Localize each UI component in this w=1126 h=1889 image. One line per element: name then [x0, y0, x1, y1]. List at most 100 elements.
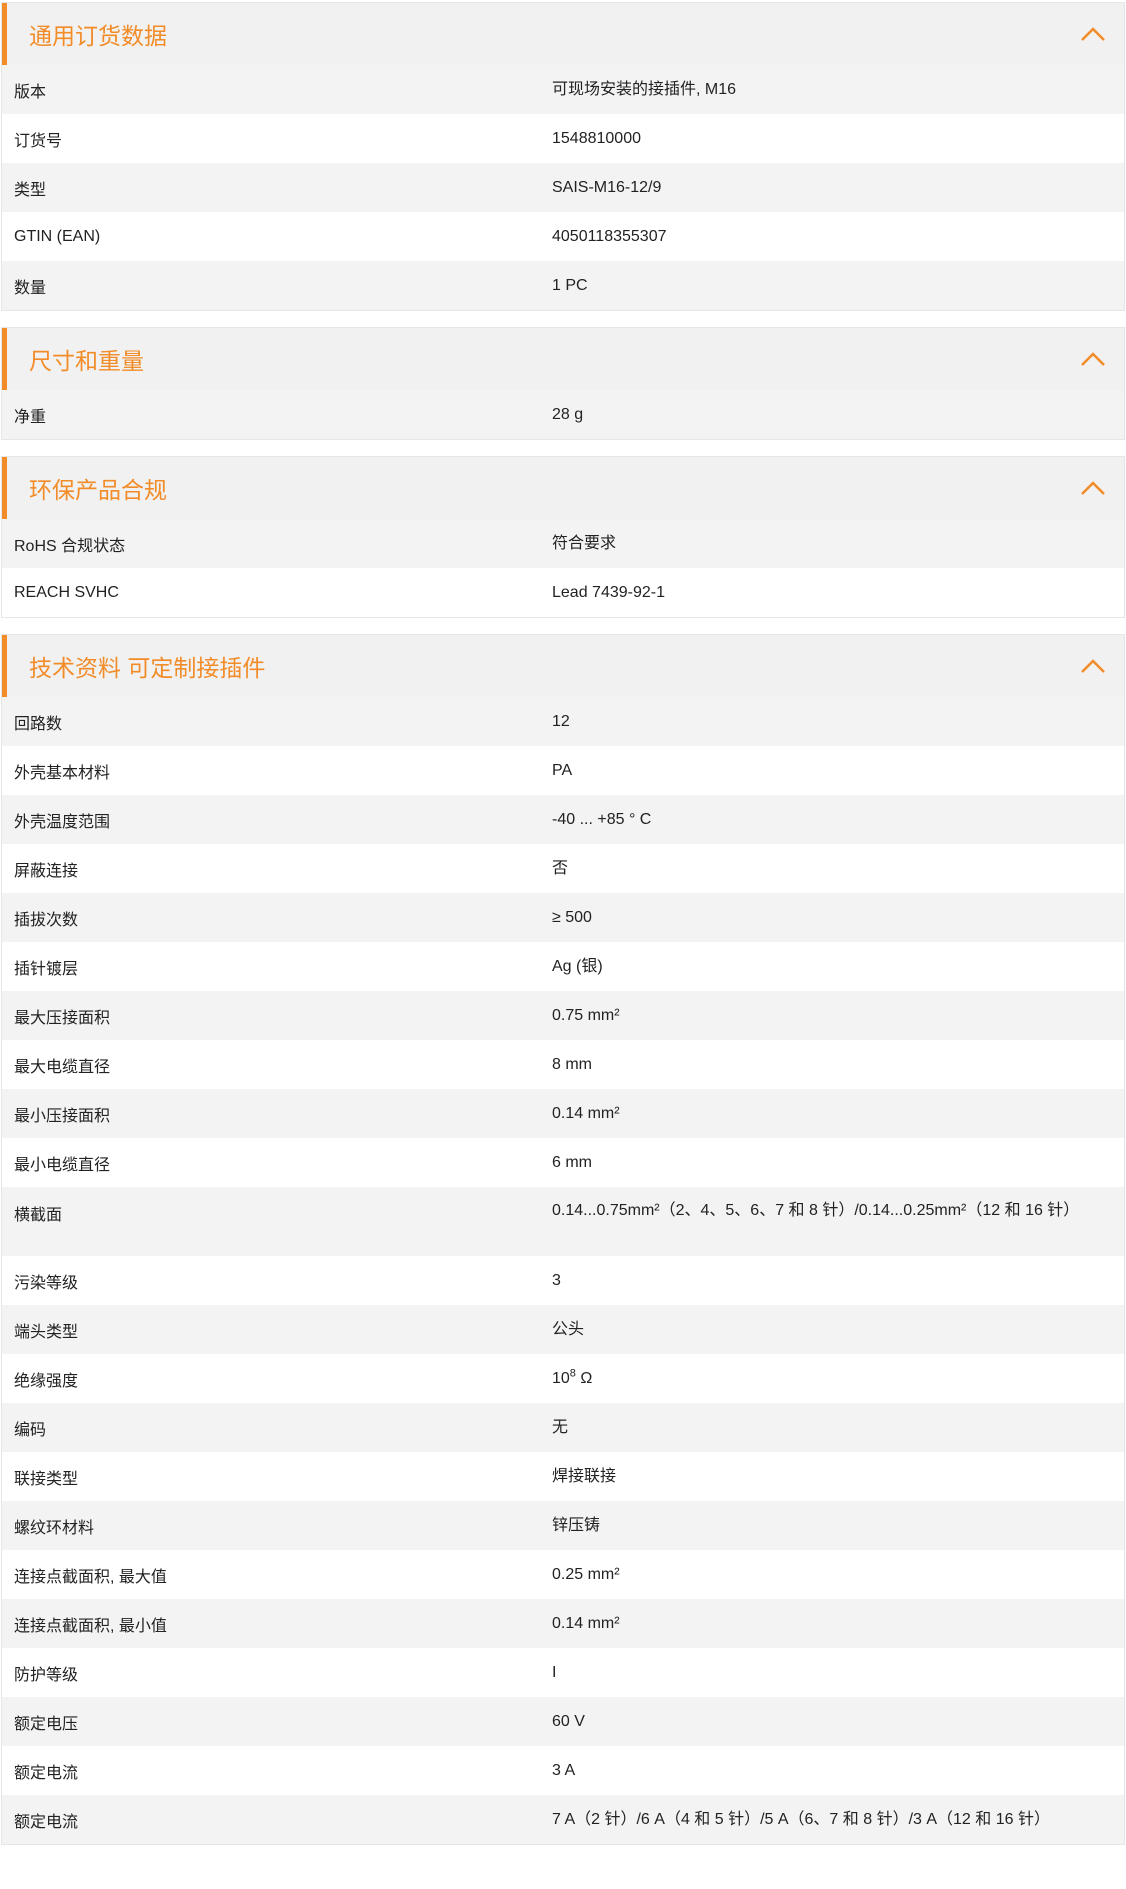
- row-value: I: [552, 1663, 557, 1681]
- table-row: 连接点截面积, 最大值 0.25 mm²: [2, 1550, 1124, 1599]
- table-row: 外壳基本材料 PA: [2, 746, 1124, 795]
- spec-table: 回路数 12 外壳基本材料 PA 外壳温度范围 -40 ... +85 ° C 屏蔽连…: [2, 697, 1124, 1844]
- row-value: 28 g: [552, 405, 584, 423]
- table-row: 屏蔽连接 否: [2, 844, 1124, 893]
- table-row: 净重 28 g: [2, 390, 1124, 439]
- row-label: 额定电流: [14, 1813, 79, 1831]
- value-unit: Ω: [575, 1369, 593, 1387]
- table-row: 绝缘强度 108 Ω: [2, 1354, 1124, 1403]
- table-row: 污染等级 3: [2, 1256, 1124, 1305]
- row-value: 6 mm: [552, 1153, 592, 1171]
- section-header[interactable]: 尺寸和重量: [2, 328, 1124, 390]
- row-value: 3: [552, 1271, 561, 1289]
- row-value: 焊接联接: [552, 1467, 617, 1485]
- row-label: RoHS 合规状态: [14, 537, 126, 555]
- spec-table: 净重 28 g: [2, 390, 1124, 439]
- value-base: 10: [552, 1369, 570, 1387]
- table-row: GTIN (EAN) 4050118355307: [2, 212, 1124, 261]
- section-title: 通用订货数据: [29, 23, 167, 49]
- row-label: 防护等级: [14, 1666, 79, 1684]
- row-label: 净重: [14, 408, 47, 426]
- row-label: 类型: [14, 181, 47, 199]
- row-value: 0.25 mm²: [552, 1565, 620, 1583]
- table-row: 插针镀层 Ag (银): [2, 942, 1124, 991]
- row-value: Lead 7439-92-1: [552, 583, 665, 601]
- row-value: -40 ... +85 ° C: [552, 810, 652, 828]
- row-value: 7 A（2 针）/6 A（4 和 5 针）/5 A（6、7 和 8 针）/3 A…: [552, 1810, 1050, 1828]
- spec-table: 版本 可现场安装的接插件, M16 订货号 1548810000 类型 SAIS-M1…: [2, 65, 1124, 310]
- row-value: 公头: [552, 1320, 585, 1338]
- spec-table: RoHS 合规状态 符合要求 REACH SVHC Lead 7439-92-1: [2, 519, 1124, 617]
- row-value: 0.14 mm²: [552, 1104, 620, 1122]
- row-label: 屏蔽连接: [14, 862, 79, 880]
- chevron-up-icon[interactable]: [1076, 471, 1110, 505]
- section-environmental-compliance: 环保产品合规 RoHS 合规状态 符合要求 REACH SVHC Lead 7439…: [1, 456, 1125, 618]
- row-value: 否: [552, 859, 569, 877]
- row-label: 横截面: [14, 1207, 63, 1224]
- section-header[interactable]: 环保产品合规: [2, 457, 1124, 519]
- section-title: 技术资料 可定制接插件: [29, 655, 266, 681]
- table-row: 联接类型 焊接联接: [2, 1452, 1124, 1501]
- row-label: 最小压接面积: [14, 1107, 111, 1125]
- table-row: 额定电流 3 A: [2, 1746, 1124, 1795]
- chevron-up-icon[interactable]: [1076, 342, 1110, 376]
- section-technical-data: 技术资料 可定制接插件 回路数 12 外壳基本材料 PA 外壳温度范围 -40 ...…: [1, 634, 1125, 1845]
- chevron-up-icon[interactable]: [1076, 17, 1110, 51]
- row-label: 插拔次数: [14, 911, 79, 929]
- row-value: ≥ 500: [552, 908, 592, 926]
- row-value: 无: [552, 1418, 569, 1436]
- table-row: 插拔次数 ≥ 500: [2, 893, 1124, 942]
- row-value: 3 A: [552, 1761, 576, 1779]
- table-row: 最小压接面积 0.14 mm²: [2, 1089, 1124, 1138]
- row-label: 最大电缆直径: [14, 1058, 111, 1076]
- table-row: 数量 1 PC: [2, 261, 1124, 310]
- table-row: 回路数 12: [2, 697, 1124, 746]
- row-label: 连接点截面积, 最大值: [14, 1568, 167, 1586]
- row-label: 绝缘强度: [14, 1372, 79, 1390]
- table-row: 最大压接面积 0.75 mm²: [2, 991, 1124, 1040]
- row-label: 额定电流: [14, 1764, 79, 1782]
- row-label: 版本: [14, 83, 47, 101]
- table-row: 最大电缆直径 8 mm: [2, 1040, 1124, 1089]
- table-row: 订货号 1548810000: [2, 114, 1124, 163]
- table-row: 编码 无: [2, 1403, 1124, 1452]
- row-label: 最大压接面积: [14, 1009, 111, 1027]
- table-row: 额定电流 7 A（2 针）/6 A（4 和 5 针）/5 A（6、7 和 8 针）…: [2, 1795, 1124, 1844]
- product-spec-page: 通用订货数据 版本 可现场安装的接插件, M16 订货号 1548810000 类型…: [0, 0, 1126, 1845]
- row-label: 污染等级: [14, 1274, 79, 1292]
- table-row: 防护等级 I: [2, 1648, 1124, 1697]
- section-general-ordering-data: 通用订货数据 版本 可现场安装的接插件, M16 订货号 1548810000 类型…: [1, 2, 1125, 311]
- row-value: 0.14...0.75mm²（2、4、5、6、7 和 8 针）/0.14...0…: [552, 1202, 1080, 1219]
- section-header[interactable]: 通用订货数据: [2, 3, 1124, 65]
- row-label: 外壳基本材料: [14, 764, 111, 782]
- row-value: 12: [552, 712, 570, 730]
- row-label: 额定电压: [14, 1715, 79, 1733]
- row-label: 订货号: [14, 132, 63, 150]
- row-label: REACH SVHC: [14, 583, 119, 601]
- row-label: 外壳温度范围: [14, 813, 111, 831]
- row-value: 可现场安装的接插件, M16: [552, 80, 737, 98]
- row-value: Ag (银): [552, 957, 603, 975]
- table-row: REACH SVHC Lead 7439-92-1: [2, 568, 1124, 617]
- chevron-up-icon[interactable]: [1076, 649, 1110, 683]
- row-label: 插针镀层: [14, 960, 79, 978]
- row-value: 8 mm: [552, 1055, 592, 1073]
- table-row: 连接点截面积, 最小值 0.14 mm²: [2, 1599, 1124, 1648]
- row-value: 锌压铸: [552, 1516, 601, 1534]
- table-row: 最小电缆直径 6 mm: [2, 1138, 1124, 1187]
- row-label: 端头类型: [14, 1323, 79, 1341]
- table-row: 端头类型 公头: [2, 1305, 1124, 1354]
- row-label: 数量: [14, 279, 47, 297]
- row-value: 0.14 mm²: [552, 1614, 620, 1632]
- table-row: 外壳温度范围 -40 ... +85 ° C: [2, 795, 1124, 844]
- row-value: SAIS-M16-12/9: [552, 178, 662, 196]
- section-header[interactable]: 技术资料 可定制接插件: [2, 635, 1124, 697]
- table-row: 横截面 0.14...0.75mm²（2、4、5、6、7 和 8 针）/0.14.…: [2, 1187, 1124, 1256]
- section-title: 尺寸和重量: [29, 348, 144, 374]
- table-row: 版本 可现场安装的接插件, M16: [2, 65, 1124, 114]
- table-row: RoHS 合规状态 符合要求: [2, 519, 1124, 568]
- row-label: 回路数: [14, 715, 63, 733]
- table-row: 额定电压 60 V: [2, 1697, 1124, 1746]
- row-value: 108 Ω: [542, 1368, 1124, 1389]
- row-value: 60 V: [552, 1712, 585, 1730]
